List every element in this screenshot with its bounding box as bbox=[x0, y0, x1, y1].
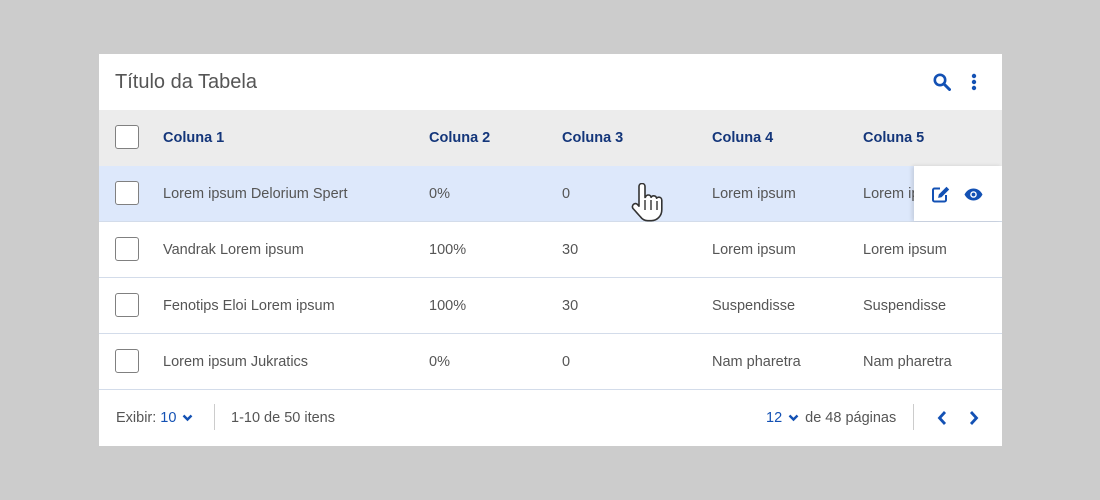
table-column-headers: Coluna 1 Coluna 2 Coluna 3 Coluna 4 Colu… bbox=[99, 110, 1002, 166]
table-row[interactable]: Lorem ipsum Delorium Spert 0% 0 Lorem ip… bbox=[99, 166, 1002, 222]
table-cell: Lorem ipsum Delorium Spert bbox=[163, 185, 348, 202]
table-cell: 100% bbox=[429, 241, 467, 258]
column-header-4[interactable]: Coluna 4 bbox=[712, 110, 773, 166]
chevron-right-icon bbox=[969, 411, 979, 425]
footer-divider bbox=[214, 404, 215, 430]
table-cell: 0 bbox=[562, 185, 571, 202]
table-row[interactable]: Vandrak Lorem ipsum 100% 30 Lorem ipsum … bbox=[99, 222, 1002, 278]
table-cell: 100% bbox=[429, 297, 467, 314]
more-vertical-icon[interactable] bbox=[964, 72, 984, 92]
row-checkbox[interactable] bbox=[115, 293, 139, 317]
table-cell: 0 bbox=[562, 353, 571, 370]
pages-total: de 48 páginas bbox=[805, 410, 897, 426]
table-title: Título da Tabela bbox=[115, 70, 257, 93]
search-icon[interactable] bbox=[932, 72, 952, 92]
table-cell: 0% bbox=[429, 185, 450, 202]
items-per-page: Exibir: 10 bbox=[116, 390, 193, 446]
row-checkbox[interactable] bbox=[115, 237, 139, 261]
items-per-page-label: Exibir: bbox=[116, 410, 157, 426]
row-checkbox[interactable] bbox=[115, 181, 139, 205]
chevron-down-icon bbox=[788, 414, 799, 422]
edit-icon[interactable] bbox=[931, 184, 951, 204]
table-cell: 0% bbox=[429, 353, 450, 370]
pagination-footer: Exibir: 10 1-10 de 50 itens 12 de 48 pág… bbox=[99, 390, 1002, 446]
page-select-group: 12 de 48 páginas bbox=[766, 390, 896, 446]
page-select[interactable]: 12 bbox=[766, 410, 799, 426]
previous-page-button[interactable] bbox=[932, 408, 952, 428]
table-cell: Nam pharetra bbox=[712, 353, 801, 370]
eye-icon[interactable] bbox=[963, 184, 983, 204]
table-cell: Lorem ipsum bbox=[863, 241, 947, 258]
items-range: 1-10 de 50 itens bbox=[231, 410, 335, 426]
column-header-3[interactable]: Coluna 3 bbox=[562, 110, 623, 166]
table-cell: 30 bbox=[562, 241, 579, 258]
column-header-1[interactable]: Coluna 1 bbox=[163, 110, 224, 166]
chevron-down-icon bbox=[183, 414, 193, 422]
table-cell: Lorem ipsum Jukratics bbox=[163, 353, 309, 370]
table-cell: Suspendisse bbox=[712, 297, 796, 314]
table-cell: Nam pharetra bbox=[863, 353, 952, 370]
table-cell: Fenotips Eloi Lorem ipsum bbox=[163, 297, 335, 314]
table-header-bar: Título da Tabela bbox=[99, 54, 1002, 110]
select-all-checkbox[interactable] bbox=[115, 125, 139, 149]
footer-divider bbox=[913, 404, 914, 430]
table-cell: Lorem ipsum bbox=[712, 185, 796, 202]
table-row[interactable]: Lorem ipsum Jukratics 0% 0 Nam pharetra … bbox=[99, 334, 1002, 390]
table-cell: 30 bbox=[562, 297, 579, 314]
table-cell: Suspendisse bbox=[863, 297, 947, 314]
table-cell: Vandrak Lorem ipsum bbox=[163, 241, 304, 258]
items-per-page-value: 10 bbox=[160, 410, 177, 426]
table-cell: Lorem ipsum bbox=[712, 241, 796, 258]
items-per-page-select[interactable]: 10 bbox=[160, 410, 193, 426]
column-header-2[interactable]: Coluna 2 bbox=[429, 110, 490, 166]
next-page-button[interactable] bbox=[964, 408, 984, 428]
row-actions bbox=[914, 166, 1002, 221]
row-checkbox[interactable] bbox=[115, 349, 139, 373]
table-row[interactable]: Fenotips Eloi Lorem ipsum 100% 30 Suspen… bbox=[99, 278, 1002, 334]
column-header-5[interactable]: Coluna 5 bbox=[863, 110, 924, 166]
data-table-card: Título da Tabela Coluna 1 Coluna 2 Colun… bbox=[99, 54, 1002, 446]
page-select-value: 12 bbox=[766, 410, 783, 426]
chevron-left-icon bbox=[937, 411, 947, 425]
